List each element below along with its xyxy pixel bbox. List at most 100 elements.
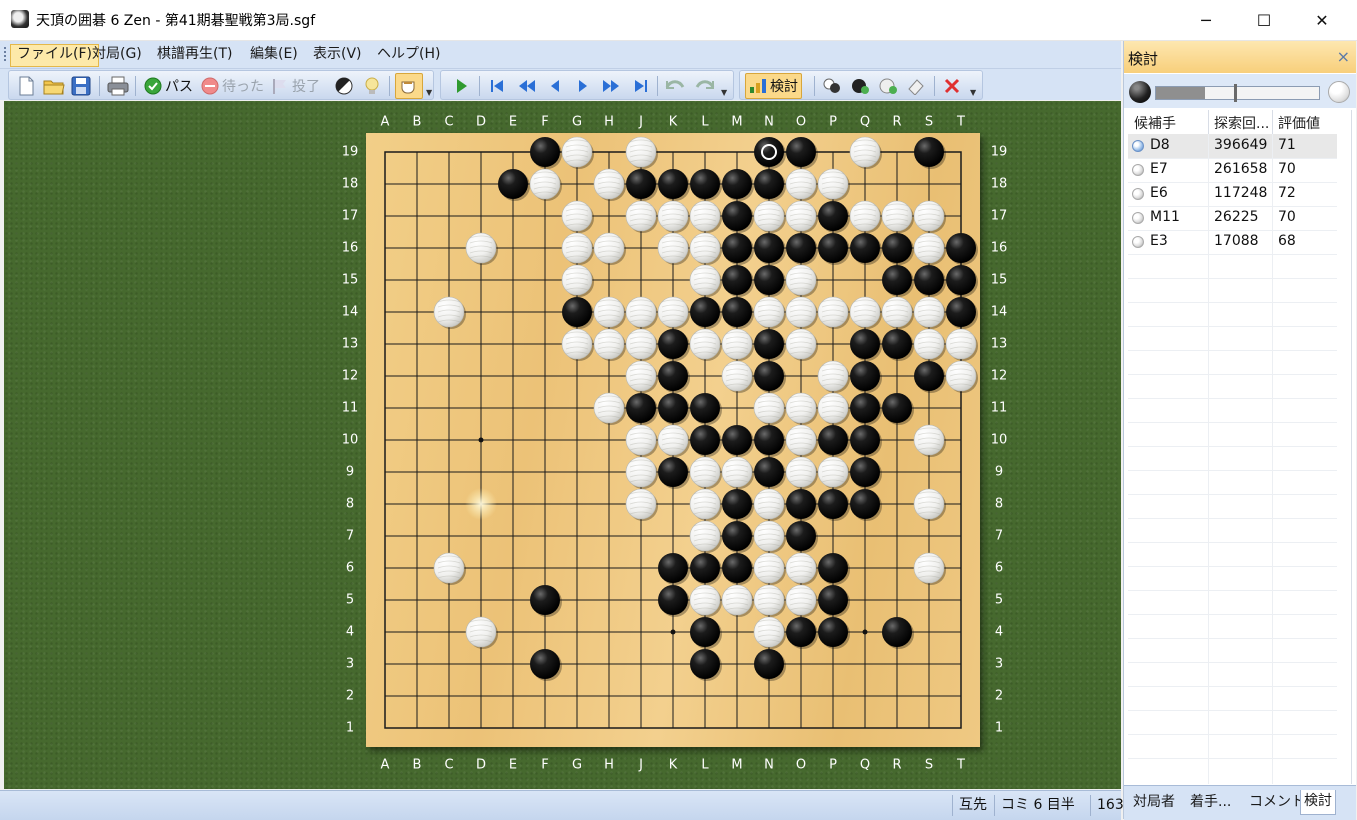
menu-help[interactable]: ヘルプ(H) — [371, 44, 446, 65]
tab-moves[interactable]: 着手... — [1187, 790, 1234, 814]
save-icon[interactable] — [71, 75, 91, 97]
black-stone — [690, 425, 720, 455]
column-label: O — [795, 114, 807, 130]
toolbar-nav-group: ▼ — [440, 70, 734, 100]
first-move-icon[interactable] — [489, 75, 505, 97]
column-label: Q — [859, 757, 871, 773]
candidate-row[interactable]: E6 117248 72 — [1128, 182, 1337, 207]
bw-toggle-icon[interactable] — [335, 75, 353, 97]
candidate-row[interactable]: E3 17088 68 — [1128, 230, 1337, 255]
white-stone-add-icon[interactable] — [878, 75, 898, 97]
toolbar-overflow-icon-2[interactable]: ▼ — [721, 88, 727, 97]
black-stone-add-icon[interactable] — [850, 75, 870, 97]
win-rate-slider[interactable] — [1155, 84, 1320, 102]
fast-back-icon[interactable] — [517, 75, 537, 97]
tab-players[interactable]: 対局者 — [1130, 790, 1178, 814]
black-stone-icon — [1129, 81, 1151, 103]
tab-review[interactable]: 検討 — [1300, 790, 1336, 815]
star-point — [862, 629, 868, 635]
menu-game[interactable]: 対局(G) — [86, 44, 148, 65]
row-label: 8 — [345, 496, 355, 512]
hint-bulb-icon[interactable] — [363, 75, 381, 97]
black-stone — [722, 297, 752, 327]
table-grid-line — [1128, 422, 1337, 423]
candidate-visits: 396649 — [1214, 137, 1268, 153]
last-move-icon[interactable] — [633, 75, 649, 97]
candidate-marker-icon — [1132, 188, 1144, 200]
column-label: E — [508, 757, 518, 773]
row-label: 1 — [994, 720, 1004, 736]
menu-replay[interactable]: 棋譜再生(T) — [151, 44, 238, 65]
review-button[interactable]: 検討 — [745, 73, 802, 99]
resign-button[interactable]: 投了 — [271, 75, 320, 97]
black-stone — [818, 489, 848, 519]
branch-back-icon[interactable] — [665, 75, 685, 97]
minimize-button[interactable]: ─ — [1177, 0, 1235, 40]
maximize-button[interactable]: ☐ — [1235, 0, 1293, 40]
candidate-row[interactable]: E7 261658 70 — [1128, 158, 1337, 183]
black-stone — [946, 265, 976, 295]
row-label: 11 — [990, 400, 1008, 416]
candidate-visits: 26225 — [1214, 209, 1259, 225]
row-label: 2 — [345, 688, 355, 704]
fast-forward-icon[interactable] — [601, 75, 621, 97]
candidate-row[interactable]: D8 396649 71 — [1128, 134, 1337, 159]
menu-view[interactable]: 表示(V) — [307, 44, 368, 65]
tab-comment[interactable]: コメント — [1246, 790, 1308, 814]
col-header-visits[interactable]: 探索回... — [1214, 113, 1269, 133]
step-back-icon[interactable] — [549, 75, 561, 97]
go-board-grid[interactable] — [366, 133, 980, 747]
win-rate-slider-row — [1124, 74, 1356, 108]
print-icon[interactable] — [107, 75, 129, 97]
win-rate-slider-fill — [1156, 87, 1205, 99]
column-label: B — [412, 114, 422, 130]
col-header-move[interactable]: 候補手 — [1134, 113, 1176, 133]
go-board[interactable] — [366, 133, 980, 747]
table-grid-line — [1128, 590, 1337, 591]
column-label: K — [668, 757, 678, 773]
candidate-move: M11 — [1150, 209, 1180, 225]
candidate-move: E6 — [1150, 185, 1168, 201]
resign-label: 投了 — [292, 79, 320, 95]
menu-grip-icon[interactable] — [4, 47, 6, 63]
close-button[interactable]: ✕ — [1293, 0, 1351, 40]
row-label: 16 — [990, 240, 1008, 256]
candidate-marker-icon — [1132, 164, 1144, 176]
black-stone — [690, 393, 720, 423]
table-grid-line — [1128, 662, 1337, 663]
candidate-move: E7 — [1150, 161, 1168, 177]
row-label: 19 — [341, 144, 359, 160]
flag-icon — [273, 79, 286, 94]
candidate-row[interactable]: M11 26225 70 — [1128, 206, 1337, 231]
move-count-status: 163 — [1090, 795, 1124, 816]
row-label: 4 — [345, 624, 355, 640]
black-stone — [722, 265, 752, 295]
row-label: 17 — [990, 208, 1008, 224]
black-stone — [690, 169, 720, 199]
column-label: M — [731, 757, 743, 773]
tea-cup-icon[interactable] — [395, 73, 423, 99]
stones-icon[interactable] — [822, 75, 842, 97]
open-folder-icon[interactable] — [43, 75, 65, 97]
panel-title: 検討 — [1128, 50, 1159, 68]
play-icon[interactable] — [455, 75, 469, 97]
column-label: R — [892, 114, 902, 130]
branch-forward-icon[interactable] — [695, 75, 715, 97]
star-point — [670, 629, 676, 635]
black-stone — [722, 489, 752, 519]
candidate-visits: 117248 — [1214, 185, 1268, 201]
black-stone — [914, 137, 944, 167]
menu-edit[interactable]: 編集(E) — [244, 44, 304, 65]
pass-button[interactable]: パス — [144, 75, 193, 97]
col-header-score[interactable]: 評価値 — [1278, 113, 1320, 133]
eraser-icon[interactable] — [906, 75, 926, 97]
toolbar-overflow-icon-3[interactable]: ▼ — [970, 88, 976, 97]
new-file-icon[interactable] — [17, 75, 35, 97]
step-forward-icon[interactable] — [577, 75, 589, 97]
delete-icon[interactable] — [944, 75, 960, 97]
toolbar-overflow-icon[interactable]: ▼ — [426, 88, 432, 97]
panel-close-icon[interactable]: × — [1337, 47, 1350, 66]
undo-button[interactable]: 待った — [201, 75, 264, 97]
win-rate-slider-thumb[interactable] — [1234, 84, 1237, 102]
check-icon — [144, 77, 162, 95]
